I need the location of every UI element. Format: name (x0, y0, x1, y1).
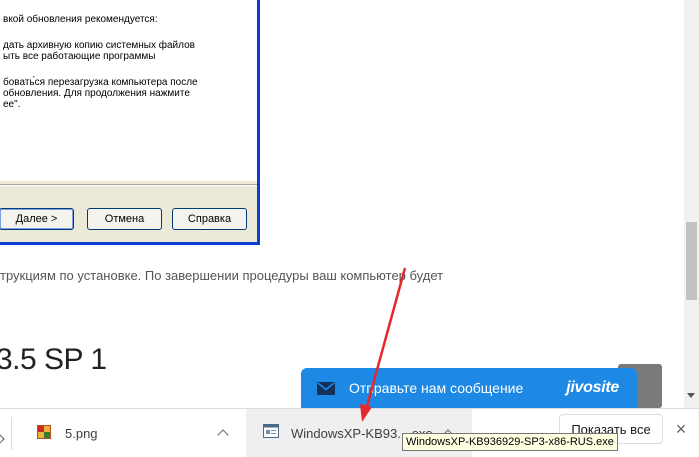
chevron-up-icon[interactable] (217, 429, 229, 441)
dialog-text-line: дать архивную копию системных файлов (3, 40, 195, 51)
dialog-text-line: ыть все работающие программы (3, 51, 156, 62)
article-heading: 3.5 SP 1 (0, 343, 107, 376)
scroll-thumb[interactable] (686, 222, 697, 300)
filename-tooltip: WindowsXP-KB936929-SP3-x86-RUS.exe (402, 433, 618, 451)
scroll-down-icon[interactable] (687, 393, 695, 398)
help-button[interactable]: Справка (172, 208, 247, 230)
dialog-separator (0, 184, 257, 186)
jivo-logo: jivosite (566, 379, 619, 396)
download-filename: 5.png (65, 425, 98, 441)
download-item-png[interactable]: 5.png (12, 409, 245, 457)
mail-icon (317, 381, 335, 395)
installer-dialog: вкой обновления рекомендуется: дать архи… (0, 0, 260, 245)
cancel-button[interactable]: Отмена (87, 208, 162, 230)
png-file-icon (37, 425, 51, 442)
dialog-text-line: обновления. Для продолжения нажмите (3, 88, 190, 99)
jivo-message: Отправьте нам сообщение (349, 380, 524, 396)
dialog-text-line: вкой обновления рекомендуется: (3, 14, 158, 25)
chevron-icon[interactable] (0, 433, 5, 445)
article-paragraph: трукциям по установке. По завершении про… (0, 268, 444, 283)
page-scrollbar[interactable] (684, 0, 699, 408)
dialog-content: вкой обновления рекомендуется: дать архи… (0, 0, 257, 181)
jivo-chat-button[interactable]: Отправьте нам сообщение jivosite (301, 368, 637, 408)
dialog-text-line: ее". (3, 99, 21, 110)
dialog-text-line: бовать́ся перезагрузка компьютера после (3, 77, 198, 88)
close-icon[interactable]: × (672, 420, 690, 438)
exe-file-icon (263, 424, 279, 441)
next-button[interactable]: Далее > (0, 208, 74, 230)
